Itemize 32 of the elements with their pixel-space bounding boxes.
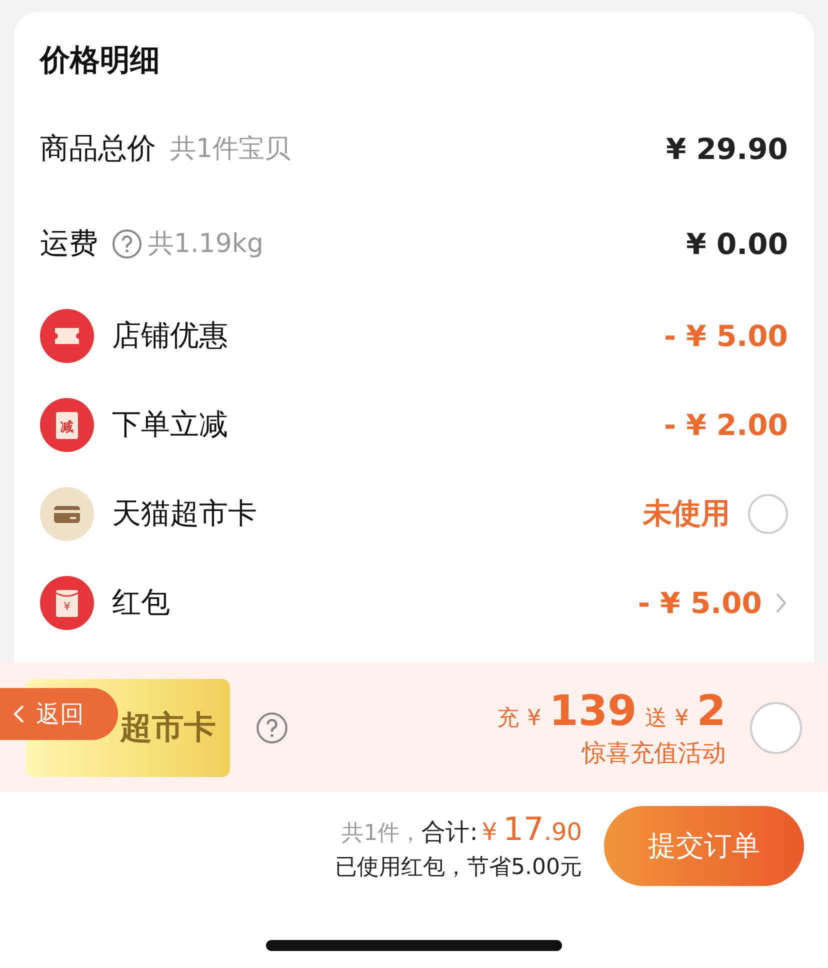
price-value: - ¥ 5.00: [664, 318, 788, 352]
submit-button[interactable]: 提交订单: [604, 806, 804, 886]
row-label: 运费: [40, 224, 98, 262]
price-value: - ¥ 5.00: [638, 586, 762, 620]
envelope-icon: 减: [40, 398, 94, 452]
row-label: 红包: [112, 584, 170, 620]
total-amount: 17: [503, 810, 544, 848]
row-note: 共1.19kg: [148, 228, 264, 261]
row-label: 天猫超市卡: [112, 494, 257, 532]
envelope-icon: ¥: [40, 576, 94, 630]
total-decimals: .90: [544, 818, 582, 846]
price-value: ¥ 29.90: [666, 132, 788, 166]
price-value: ¥ 0.00: [686, 226, 788, 260]
row-label: 店铺优惠: [112, 316, 228, 354]
offer-word: 充: [497, 705, 520, 733]
price-value: 未使用: [643, 494, 730, 532]
section-title: 价格明细: [40, 42, 161, 80]
item-count: 共1件，: [342, 820, 422, 848]
currency-sign: ¥: [527, 706, 542, 731]
savings-text: 已使用红包，节省5.00元: [335, 854, 582, 882]
back-button[interactable]: 返回: [0, 688, 118, 740]
offer-word: 送: [644, 705, 667, 733]
row-note: 共1件宝贝: [170, 133, 291, 166]
price-value: - ¥ 2.00: [664, 408, 788, 442]
currency-sign: ¥: [674, 706, 689, 731]
currency-sign: ¥: [482, 818, 498, 846]
row-label: 下单立减: [112, 406, 228, 442]
offer-subtitle: 惊喜充值活动: [582, 738, 726, 769]
offer-amount: 2: [696, 686, 726, 735]
total-label: 合计:: [422, 817, 478, 848]
row-label: 商品总价: [40, 130, 156, 166]
offer-amount: 139: [549, 686, 637, 735]
